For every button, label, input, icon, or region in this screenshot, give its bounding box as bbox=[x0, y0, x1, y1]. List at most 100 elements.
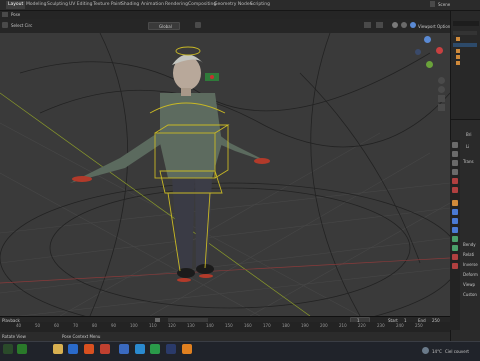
ruler-tick: 190 bbox=[301, 323, 309, 328]
ruler-tick: 210 bbox=[339, 323, 347, 328]
tab-shading[interactable]: Shading bbox=[121, 1, 139, 9]
panel-relations[interactable]: Relati bbox=[463, 252, 474, 257]
material-tab-icon[interactable] bbox=[452, 263, 458, 269]
y-axis-icon[interactable] bbox=[426, 61, 433, 68]
bone-tab-icon[interactable] bbox=[452, 245, 458, 251]
z-axis-icon[interactable] bbox=[424, 36, 431, 43]
viewport-options-button[interactable]: Viewport Options bbox=[418, 24, 452, 29]
xray-icon[interactable] bbox=[376, 22, 383, 28]
weather-widget-icon[interactable] bbox=[3, 344, 13, 354]
object-data-tab-icon[interactable] bbox=[452, 236, 458, 242]
tab-scripting[interactable]: Scripting bbox=[250, 1, 270, 9]
outliner-tree[interactable] bbox=[453, 31, 479, 71]
scene-tab-icon[interactable] bbox=[452, 178, 458, 184]
pan-icon[interactable] bbox=[438, 86, 445, 93]
panel-viewport-display[interactable]: Viewp bbox=[463, 282, 475, 287]
render-tab-icon[interactable] bbox=[452, 151, 458, 157]
output-tab-icon[interactable] bbox=[452, 160, 458, 166]
panel-transform[interactable]: Trans bbox=[463, 159, 474, 164]
status-context-menu: Pose Context Menu bbox=[62, 334, 101, 339]
shading-solid-icon[interactable] bbox=[392, 22, 398, 28]
tab-compositing[interactable]: Compositing bbox=[188, 1, 216, 9]
edge-icon[interactable] bbox=[68, 344, 78, 354]
ruler-tick: 60 bbox=[54, 323, 60, 328]
ruler-tick: 130 bbox=[187, 323, 195, 328]
floor-grid bbox=[0, 122, 450, 316]
tab-rendering[interactable]: Rendering bbox=[165, 1, 188, 9]
perspective-toggle-icon[interactable] bbox=[438, 104, 445, 111]
ruler-tick: 90 bbox=[111, 323, 117, 328]
armature-icon bbox=[456, 49, 460, 53]
panel-inverse-kinematics[interactable]: Inverse bbox=[463, 262, 478, 267]
app-icon[interactable] bbox=[166, 344, 176, 354]
world-tab-icon[interactable] bbox=[452, 187, 458, 193]
neg-axis-icon[interactable] bbox=[415, 49, 421, 55]
scene-icon[interactable] bbox=[430, 1, 435, 7]
tool-tab-icon[interactable] bbox=[452, 142, 458, 148]
snap-icon[interactable] bbox=[195, 22, 201, 28]
panel-bendy-bones[interactable]: Bendy bbox=[463, 242, 476, 247]
status-bar: Rotate View Pose Context Menu bbox=[0, 332, 450, 341]
x-axis-line bbox=[0, 257, 450, 284]
app-icon[interactable] bbox=[119, 344, 129, 354]
select-box-icon[interactable] bbox=[2, 22, 8, 28]
prop-label: Li bbox=[466, 144, 470, 149]
navigation-gizmo[interactable] bbox=[410, 35, 446, 71]
properties-content: Bri Li Trans Bendy Relati Inverse Deform… bbox=[463, 124, 479, 297]
ruler-tick: 100 bbox=[130, 323, 138, 328]
tab-geometry-nodes[interactable]: Geometry Nodes bbox=[214, 1, 252, 9]
ruler-tick: 140 bbox=[206, 323, 214, 328]
blender-icon[interactable] bbox=[182, 344, 192, 354]
modifier-tab-icon[interactable] bbox=[452, 209, 458, 215]
shading-material-icon[interactable] bbox=[401, 22, 407, 28]
app-icon[interactable] bbox=[84, 344, 94, 354]
app-icon[interactable] bbox=[150, 344, 160, 354]
ruler-tick: 200 bbox=[320, 323, 328, 328]
object-tab-icon[interactable] bbox=[452, 200, 458, 206]
viewport-scene bbox=[0, 33, 450, 316]
editor-type-icon[interactable] bbox=[2, 12, 8, 17]
tab-animation[interactable]: Animation bbox=[141, 1, 164, 9]
outliner-search-input[interactable] bbox=[453, 21, 479, 26]
shading-rendered-icon[interactable] bbox=[410, 22, 416, 28]
tab-texture-paint[interactable]: Texture Paint bbox=[93, 1, 122, 9]
overlay-icon[interactable] bbox=[364, 22, 371, 28]
ruler-tick: 240 bbox=[396, 323, 404, 328]
file-explorer-icon[interactable] bbox=[53, 344, 63, 354]
tab-modeling[interactable]: Modeling bbox=[26, 1, 46, 9]
3d-viewport[interactable] bbox=[0, 33, 450, 316]
outliner-row-selected[interactable] bbox=[453, 43, 477, 47]
timeline-ruler[interactable]: 40 50 60 70 80 90 100 110 120 130 140 15… bbox=[0, 322, 450, 332]
bone-constraint-tab-icon[interactable] bbox=[452, 254, 458, 260]
viewport-toolbar: Select Circ Global Viewport Options bbox=[0, 19, 452, 34]
mode-dropdown[interactable]: Pose bbox=[11, 12, 20, 17]
viewport-header: Pose bbox=[0, 11, 450, 19]
view-layer-tab-icon[interactable] bbox=[452, 169, 458, 175]
character-model[interactable] bbox=[70, 54, 270, 278]
tab-sculpting[interactable]: Sculpting bbox=[47, 1, 68, 9]
start-icon[interactable] bbox=[17, 344, 27, 354]
zoom-icon[interactable] bbox=[438, 77, 445, 84]
app-icon[interactable] bbox=[100, 344, 110, 354]
outliner-row[interactable] bbox=[453, 31, 477, 35]
prop-label: Bri bbox=[466, 132, 472, 137]
ruler-tick: 70 bbox=[73, 323, 79, 328]
tab-uv-editing[interactable]: UV Editing bbox=[69, 1, 92, 9]
particles-tab-icon[interactable] bbox=[452, 218, 458, 224]
select-mode-label[interactable]: Select Circ bbox=[11, 23, 32, 28]
panel-deform[interactable]: Deform bbox=[463, 272, 478, 277]
workspace-tabs-bar: Layout Modeling Sculpting UV Editing Tex… bbox=[0, 0, 480, 11]
camera-view-icon[interactable] bbox=[438, 95, 445, 102]
app-icon[interactable] bbox=[135, 344, 145, 354]
tab-layout[interactable]: Layout bbox=[6, 1, 26, 9]
head-control-gizmo[interactable] bbox=[205, 73, 219, 81]
mesh-icon bbox=[456, 55, 460, 59]
ruler-tick: 180 bbox=[282, 323, 290, 328]
panel-custom-properties[interactable]: Custon bbox=[463, 292, 477, 297]
physics-tab-icon[interactable] bbox=[452, 227, 458, 233]
ruler-tick: 40 bbox=[16, 323, 22, 328]
ruler-tick: 170 bbox=[263, 323, 271, 328]
x-axis-icon[interactable] bbox=[436, 47, 443, 54]
orientation-dropdown[interactable]: Global bbox=[148, 22, 180, 30]
mesh-icon bbox=[456, 61, 460, 65]
